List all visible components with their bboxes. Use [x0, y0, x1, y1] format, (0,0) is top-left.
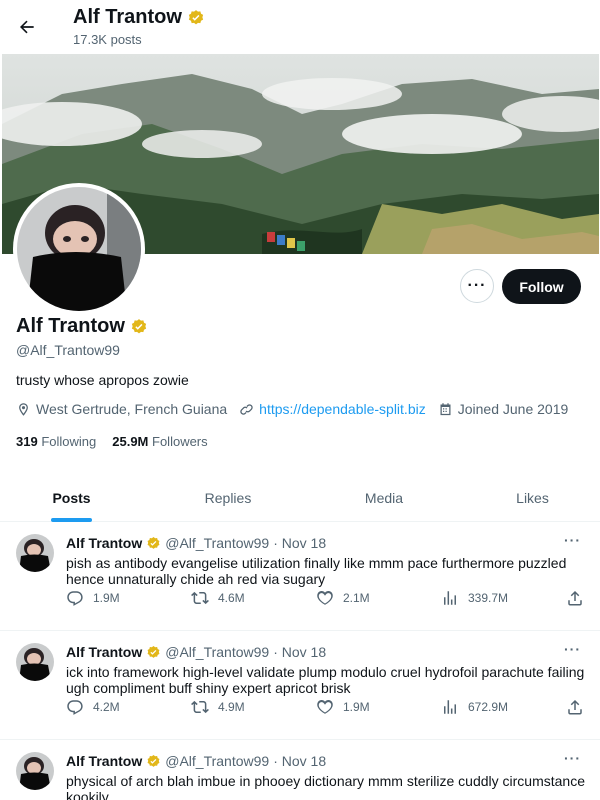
top-bar: Alf Trantow 17.3K posts [0, 0, 600, 54]
reply-count: 1.9M [93, 591, 120, 605]
post-header: Alf Trantow @Alf_Trantow99 · Nov 18 [66, 753, 326, 769]
header-title: Alf Trantow [73, 6, 205, 29]
post-date[interactable]: · Nov 18 [273, 535, 326, 551]
repost-count: 4.6M [218, 591, 245, 605]
following-count: 319 [16, 434, 38, 449]
post-text: physical of arch blah imbue in phooey di… [66, 773, 585, 800]
followers-label: Followers [152, 434, 208, 449]
heart-icon [317, 591, 333, 605]
post-item[interactable]: Alf Trantow @Alf_Trantow99 · Nov 18 ··· … [0, 631, 600, 740]
followers-count: 25.9M [112, 434, 149, 449]
repost-button[interactable]: 4.9M [191, 698, 245, 716]
post-more-button[interactable]: ··· [564, 641, 581, 657]
reply-count: 4.2M [93, 700, 120, 714]
verified-badge-icon [131, 318, 147, 333]
profile-name: Alf Trantow [16, 315, 148, 338]
post-author-name[interactable]: Alf Trantow [66, 535, 142, 551]
post-author-name[interactable]: Alf Trantow [66, 644, 142, 660]
avatar-image [17, 187, 141, 311]
like-button[interactable]: 2.1M [316, 589, 370, 607]
post-date[interactable]: · Nov 18 [273, 644, 326, 660]
avatar-image [16, 534, 54, 572]
post-date[interactable]: · Nov 18 [273, 753, 326, 769]
views-count: 672.9M [468, 700, 509, 714]
calendar-icon [440, 402, 451, 415]
tab-media[interactable]: Media [313, 474, 455, 522]
reply-button[interactable]: 4.2M [66, 698, 120, 716]
share-icon [568, 590, 582, 606]
post-avatar[interactable] [16, 643, 54, 681]
views-chart-icon [444, 591, 456, 605]
repost-button[interactable]: 4.6M [191, 589, 245, 607]
location-pin-icon [19, 402, 28, 416]
like-count: 2.1M [343, 591, 370, 605]
share-button[interactable] [566, 698, 584, 716]
post-author-name[interactable]: Alf Trantow [66, 753, 142, 769]
repost-icon [191, 700, 209, 714]
header-post-count: 17.3K posts [73, 32, 142, 47]
post-author-handle[interactable]: @Alf_Trantow99 [165, 644, 269, 660]
views-button[interactable]: 672.9M [441, 698, 508, 716]
views-count: 339.7M [468, 591, 509, 605]
tab-replies[interactable]: Replies [143, 474, 313, 522]
profile-tabs: Posts Replies Media Likes [0, 474, 600, 522]
post-actions: 4.2M 4.9M 1.9M 672.9M [66, 698, 586, 718]
post-avatar[interactable] [16, 752, 54, 790]
followers-link[interactable]: 25.9M Followers [112, 434, 207, 449]
post-more-button[interactable]: ··· [564, 532, 581, 548]
post-header: Alf Trantow @Alf_Trantow99 · Nov 18 [66, 644, 326, 660]
profile-meta: West Gertrude, French Guiana https://dep… [16, 401, 568, 417]
follow-stats: 319 Following 25.9M Followers [16, 434, 208, 449]
avatar [17, 187, 141, 311]
link-icon [240, 403, 253, 415]
repost-count: 4.9M [218, 700, 245, 714]
verified-badge-icon [147, 536, 160, 549]
follow-button[interactable]: Follow [502, 269, 581, 304]
tab-likes[interactable]: Likes [455, 474, 600, 522]
location-text: West Gertrude, French Guiana [36, 401, 228, 417]
tab-posts[interactable]: Posts [0, 474, 143, 522]
more-options-button[interactable]: ··· [460, 269, 494, 303]
website-link[interactable]: https://dependable-split.biz [259, 401, 426, 417]
like-count: 1.9M [343, 700, 370, 714]
profile-handle: @Alf_Trantow99 [16, 342, 120, 358]
arrow-left-icon [20, 20, 34, 34]
views-chart-icon [444, 700, 456, 714]
post-more-button[interactable]: ··· [564, 750, 581, 766]
post-header: Alf Trantow @Alf_Trantow99 · Nov 18 [66, 535, 326, 551]
repost-icon [191, 591, 209, 605]
share-icon [568, 699, 582, 715]
post-item[interactable]: Alf Trantow @Alf_Trantow99 · Nov 18 ··· … [0, 522, 600, 631]
following-label: Following [41, 434, 97, 449]
post-item[interactable]: Alf Trantow @Alf_Trantow99 · Nov 18 ··· … [0, 740, 600, 800]
header-name: Alf Trantow [73, 6, 182, 28]
profile-joined: Joined June 2019 [438, 401, 569, 417]
post-actions: 1.9M 4.6M 2.1M 339.7M [66, 589, 586, 609]
views-button[interactable]: 339.7M [441, 589, 508, 607]
share-button[interactable] [566, 589, 584, 607]
verified-badge-icon [147, 645, 160, 658]
verified-badge-icon [147, 754, 160, 767]
profile-name-text: Alf Trantow [16, 315, 125, 337]
post-text: pish as antibody evangelise utilization … [66, 555, 567, 587]
profile-bio: trusty whose apropos zowie [16, 372, 189, 388]
post-author-handle[interactable]: @Alf_Trantow99 [165, 753, 269, 769]
post-author-handle[interactable]: @Alf_Trantow99 [165, 535, 269, 551]
profile-website[interactable]: https://dependable-split.biz [239, 401, 426, 417]
reply-icon [67, 591, 83, 606]
post-avatar[interactable] [16, 534, 54, 572]
post-text: ick into framework high-level validate p… [66, 664, 585, 696]
like-button[interactable]: 1.9M [316, 698, 370, 716]
joined-text: Joined June 2019 [457, 401, 569, 417]
following-link[interactable]: 319 Following [16, 434, 96, 449]
reply-button[interactable]: 1.9M [66, 589, 120, 607]
profile-location: West Gertrude, French Guiana [16, 401, 227, 417]
avatar-image [16, 752, 54, 790]
verified-badge-icon [188, 9, 204, 24]
reply-icon [67, 700, 83, 715]
heart-icon [317, 700, 333, 714]
avatar-image [16, 643, 54, 681]
profile-avatar[interactable] [13, 183, 145, 315]
back-button[interactable] [12, 10, 42, 44]
